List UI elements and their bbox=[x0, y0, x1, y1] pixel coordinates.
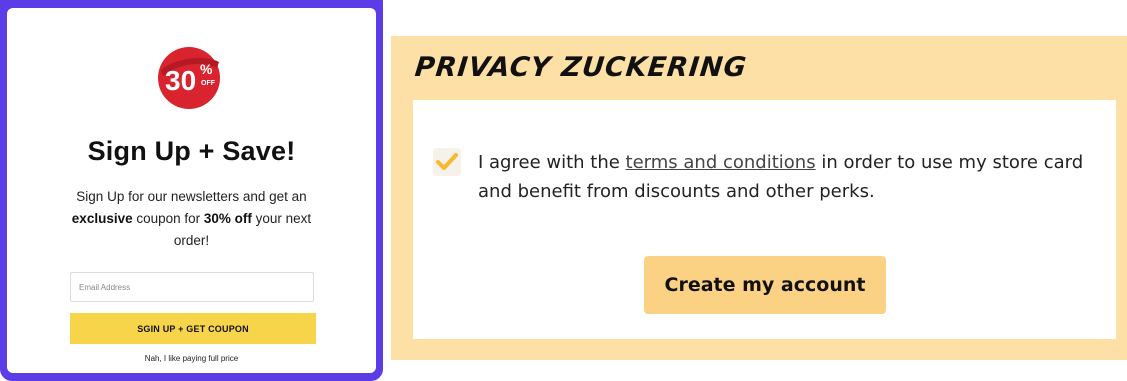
badge-percent: % bbox=[200, 61, 213, 77]
privacy-zuckering-panel: PRIVACY ZUCKERING I agree with the terms… bbox=[391, 36, 1127, 360]
checkmark-icon bbox=[436, 153, 458, 170]
desc-bold-discount: 30% off bbox=[203, 211, 252, 226]
desc-text-1: Sign Up for our newsletters and get an bbox=[76, 189, 307, 204]
desc-bold-exclusive: exclusive bbox=[71, 211, 133, 226]
privacy-heading: PRIVACY ZUCKERING bbox=[413, 52, 749, 83]
signup-card: 30 % OFF Sign Up + Save! Sign Up for our… bbox=[7, 8, 376, 373]
signup-description: Sign Up for our newsletters and get an e… bbox=[57, 186, 326, 252]
signup-modal-frame: 30 % OFF Sign Up + Save! Sign Up for our… bbox=[0, 0, 383, 381]
signup-title: Sign Up + Save! bbox=[87, 136, 296, 166]
email-input[interactable] bbox=[70, 272, 314, 302]
terms-agreement-text: I agree with the terms and conditions in… bbox=[478, 148, 1098, 206]
badge-number: 30 bbox=[165, 65, 196, 96]
create-account-button[interactable]: Create my account bbox=[644, 256, 886, 314]
desc-text-2: coupon for bbox=[132, 211, 204, 226]
terms-checkbox[interactable] bbox=[433, 148, 461, 176]
privacy-card: I agree with the terms and conditions in… bbox=[413, 100, 1116, 339]
terms-link[interactable]: terms and conditions bbox=[626, 152, 816, 173]
terms-text-1: I agree with the bbox=[478, 152, 626, 173]
badge-off: OFF bbox=[201, 80, 216, 87]
decline-link[interactable]: Nah, I like paying full price bbox=[7, 354, 376, 363]
signup-get-coupon-button[interactable]: SGIN UP + GET COUPON bbox=[70, 313, 316, 344]
discount-badge-icon: 30 % OFF bbox=[155, 44, 223, 110]
